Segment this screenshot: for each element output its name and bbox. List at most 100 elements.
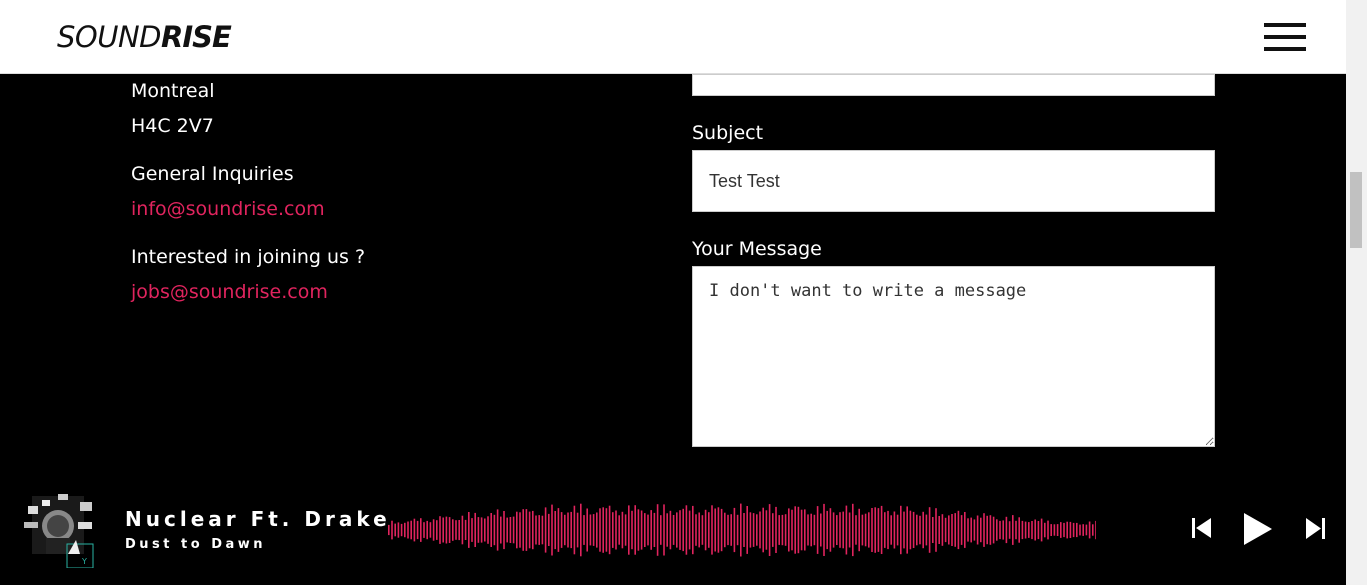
waveform-bar: [909, 510, 912, 550]
waveform-bar: [957, 510, 960, 550]
message-textarea[interactable]: I don't want to write a message: [692, 266, 1215, 447]
waveform-bar: [912, 511, 915, 548]
waveform-bar: [746, 506, 748, 554]
waveform-bar: [496, 509, 499, 551]
waveform-bar: [736, 514, 739, 546]
waveform-bar: [762, 507, 764, 553]
scrollbar-thumb[interactable]: [1350, 172, 1362, 248]
site-logo[interactable]: SOUNDRISE: [57, 20, 232, 54]
page-scrollbar[interactable]: [1346, 0, 1367, 585]
waveform-bar: [1015, 520, 1017, 540]
waveform-bar: [394, 523, 396, 537]
skip-next-icon[interactable]: [1306, 518, 1325, 544]
waveform-bar: [685, 505, 688, 555]
waveform-bar: [541, 515, 544, 545]
waveform-bar: [676, 512, 678, 548]
waveform-bar: [1072, 522, 1075, 538]
address-city: Montreal: [131, 80, 215, 102]
waveform-bar: [567, 512, 569, 548]
general-email-link[interactable]: info@soundrise.com: [131, 197, 325, 221]
waveform-bar: [1008, 521, 1011, 539]
waveform-bar: [1044, 522, 1046, 538]
waveform-bar: [778, 515, 780, 545]
waveform-bar: [919, 515, 921, 545]
waveform-bar: [714, 508, 716, 552]
waveform-bar: [1021, 520, 1024, 540]
waveform-bar: [573, 505, 576, 555]
waveform-bar: [628, 505, 630, 555]
waveform-bar: [410, 520, 412, 540]
waveform-bar: [938, 516, 940, 544]
waveform-bar: [749, 512, 752, 548]
waveform-bar: [589, 514, 592, 546]
hamburger-menu-icon[interactable]: [1264, 23, 1306, 51]
waveform-bar: [992, 516, 995, 544]
waveform-bar: [788, 508, 790, 552]
waveform-bar: [743, 513, 745, 547]
waveform-bar: [535, 515, 537, 545]
waveform-bar: [1034, 519, 1036, 541]
waveform-bar: [452, 519, 454, 541]
skip-previous-icon[interactable]: [1192, 517, 1212, 544]
waveform-bar: [855, 515, 857, 545]
waveform-bar: [538, 515, 540, 545]
waveform-bar: [400, 523, 403, 537]
waveform-bar: [557, 508, 560, 552]
waveform-bar: [650, 510, 652, 550]
waveform-bar: [845, 505, 848, 555]
waveform-bar: [858, 508, 860, 552]
waveform-bar: [1053, 524, 1056, 536]
waveform-bar: [656, 504, 659, 556]
waveform-bar: [781, 514, 784, 546]
waveform-bar: [516, 511, 518, 549]
waveform-bar: [740, 503, 742, 557]
waveform-bar: [506, 517, 508, 543]
waveform-bar: [970, 517, 972, 543]
waveform-bar: [532, 510, 534, 550]
waveform-bar: [519, 512, 521, 548]
email-field[interactable]: [692, 74, 1215, 96]
waveform-bar: [605, 508, 608, 552]
waveform-bar: [775, 506, 777, 553]
waveform-bar: [445, 516, 448, 544]
waveform-bar: [884, 512, 886, 548]
waveform-bar: [903, 511, 905, 549]
waveform-bar: [1063, 522, 1065, 538]
waveform-bar: [512, 516, 515, 544]
waveform-bar: [804, 509, 806, 551]
jobs-email-link[interactable]: jobs@soundrise.com: [131, 280, 328, 304]
waveform-bar: [1076, 522, 1078, 538]
waveform-bar: [602, 507, 604, 553]
waveform-bar: [941, 514, 944, 546]
waveform-bar: [797, 506, 800, 554]
waveform-bar: [730, 514, 732, 546]
waveform-bar: [583, 515, 585, 545]
waveform-bar: [660, 515, 662, 545]
waveform-bar: [1037, 521, 1040, 540]
waveform-bar: [608, 505, 611, 555]
waveform-bar: [1056, 524, 1059, 536]
waveform-bar: [708, 512, 710, 548]
audio-waveform[interactable]: [388, 502, 1096, 558]
site-header: SOUNDRISE: [0, 0, 1346, 74]
waveform-bar: [420, 518, 422, 542]
waveform-bar: [951, 514, 953, 546]
waveform-bar: [1066, 521, 1068, 539]
waveform-bar: [999, 520, 1001, 540]
subject-input[interactable]: [692, 150, 1215, 212]
waveform-bar: [564, 514, 566, 546]
menu-line: [1264, 35, 1306, 39]
album-cover-image[interactable]: L Y: [24, 492, 94, 569]
waveform-bar: [807, 514, 809, 546]
waveform-bar: [964, 512, 966, 548]
audio-player: L Y Nuclear Ft. Drake Dust to Dawn: [0, 474, 1346, 585]
waveform-bar: [468, 512, 470, 548]
waveform-bar: [1088, 521, 1091, 539]
waveform-bar: [896, 514, 899, 546]
waveform-bar: [794, 506, 796, 554]
play-icon[interactable]: [1244, 513, 1272, 550]
waveform-bar: [397, 522, 400, 538]
waveform-bar: [596, 512, 598, 548]
waveform-bar: [944, 517, 947, 543]
svg-text:Y: Y: [81, 557, 87, 566]
